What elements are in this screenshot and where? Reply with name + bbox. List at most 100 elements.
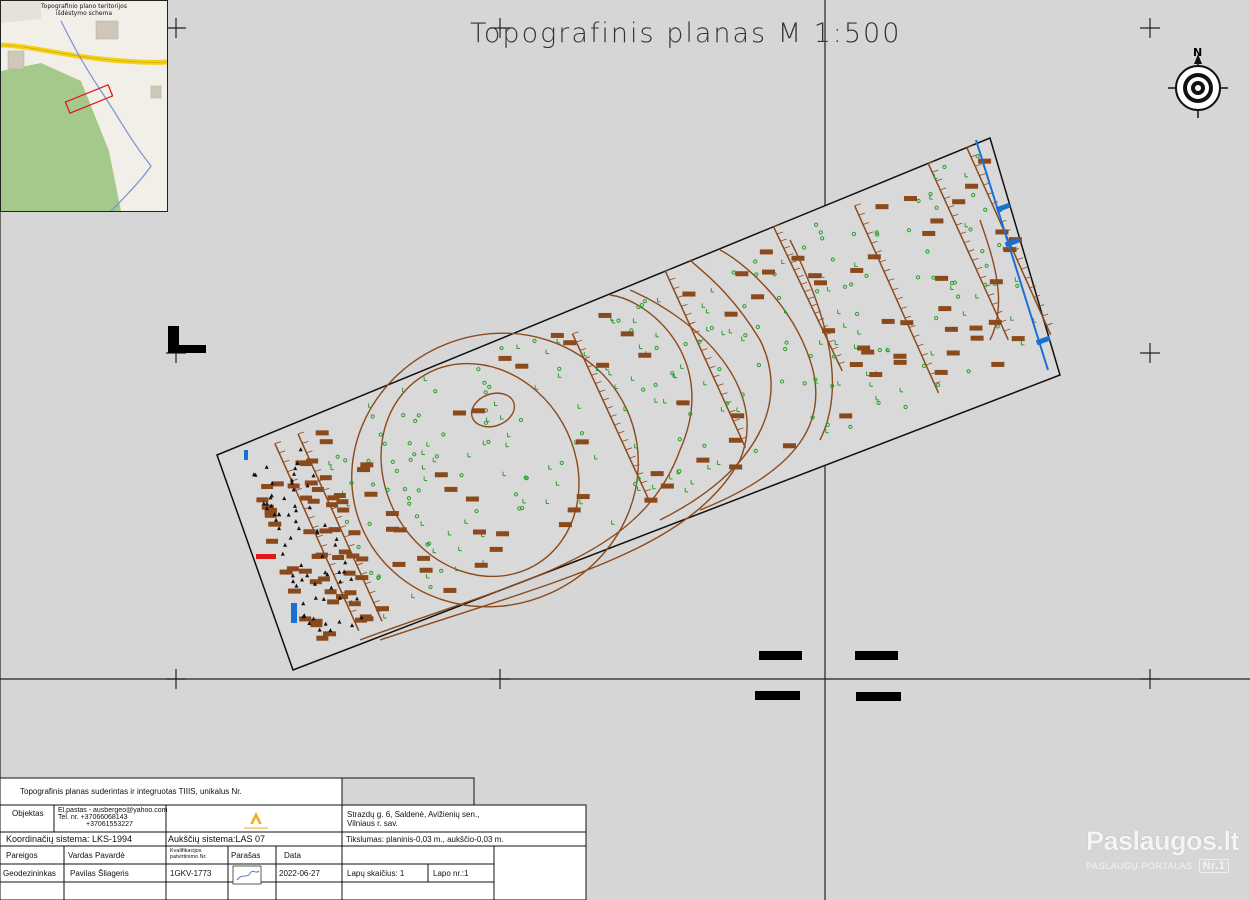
watermark-sub: PASLAUGŲ PORTALAS Nr.1: [1086, 859, 1239, 873]
tree-marker: [266, 538, 279, 544]
tree-marker: [731, 413, 745, 419]
tree-marker: [316, 635, 329, 641]
mark-bar-4: [856, 692, 901, 701]
mark-bar-3: [755, 691, 800, 700]
tree-marker: [298, 568, 312, 574]
tree-marker: [332, 555, 345, 561]
tree-marker: [417, 555, 431, 561]
tree-marker: [310, 622, 323, 628]
tree-marker: [576, 494, 590, 500]
tree-marker: [650, 471, 664, 477]
tree-marker: [393, 527, 407, 533]
tree-marker: [952, 199, 966, 205]
tree-marker: [324, 589, 337, 595]
tree-marker: [849, 362, 863, 368]
slope-tick: [1046, 322, 1053, 326]
tb-address: Strazdų g. 6, Saldenė, Avižienių sen., V…: [347, 810, 479, 828]
tree-marker: [434, 472, 448, 478]
tree-marker: [900, 320, 914, 326]
tree-marker: [309, 579, 322, 585]
tree-marker: [682, 291, 696, 297]
tb-col-kvalifikacija: Kvalifikacijos patvirtinimo Nr.: [170, 848, 207, 860]
tree-marker: [1011, 336, 1025, 342]
tree-marker: [728, 437, 742, 443]
tree-marker: [934, 369, 948, 375]
tree-marker: [575, 439, 589, 445]
tree-marker: [881, 318, 895, 324]
tree-marker: [558, 522, 572, 528]
plan-drawing: N: [0, 0, 1250, 900]
tree-marker: [930, 218, 944, 224]
tree-marker: [328, 527, 341, 533]
tree-marker: [991, 361, 1005, 367]
tree-marker: [869, 372, 883, 378]
tree-marker: [638, 352, 652, 358]
tree-marker: [791, 255, 805, 261]
tree-marker: [348, 601, 361, 607]
tb-address-line-2: Vilniaus r. sav.: [347, 819, 398, 828]
red-marker: [256, 554, 276, 559]
tree-marker: [489, 546, 503, 552]
tree-marker: [327, 599, 340, 605]
mark-bar-2: [855, 651, 898, 660]
tree-marker: [813, 280, 827, 286]
tree-marker: [567, 507, 581, 513]
tb-name: Pavilas Šliageris: [70, 869, 129, 878]
tree-marker: [850, 267, 864, 273]
inset-map-drawing: [1, 1, 167, 211]
tb-phone-2: +37061553227: [86, 821, 133, 828]
tree-marker: [319, 439, 333, 445]
tree-marker: [344, 590, 357, 596]
tree-marker: [762, 269, 776, 275]
tb-coord-system: Koordinačių sistema: LKS-1994: [6, 835, 133, 844]
tree-marker: [839, 413, 853, 419]
tree-marker: [287, 588, 301, 594]
tree-marker: [443, 587, 457, 593]
tree-marker: [311, 487, 324, 493]
tree-marker: [286, 566, 299, 572]
tree-marker: [444, 486, 458, 492]
inset-title-line-2: išdėstymo schema: [55, 10, 113, 17]
tree-marker: [392, 561, 406, 567]
tb-phone-1: Tel. nr. +37066068143: [58, 814, 128, 821]
tree-marker: [893, 359, 907, 365]
tree-marker: [256, 497, 269, 503]
tree-marker: [596, 362, 610, 368]
tb-col-parasas: Parašas: [231, 851, 261, 860]
mark-bar-1: [759, 651, 802, 660]
location-inset-map: Topografinio plano teritorijos išdėstymo…: [0, 0, 168, 212]
tree-marker: [356, 556, 369, 562]
tree-marker: [300, 461, 313, 467]
tree-marker: [989, 279, 1003, 285]
tree-marker: [355, 575, 369, 581]
tree-marker: [867, 254, 881, 260]
watermark-sub-text: PASLAUGŲ PORTALAS: [1086, 861, 1193, 871]
tree-marker: [515, 363, 529, 369]
tree-marker: [496, 531, 510, 537]
tb-contact: El.pastas - ausbergeo@yahoo.com Tel. nr.…: [58, 807, 167, 828]
tree-marker: [452, 410, 466, 416]
tree-marker: [988, 319, 1002, 325]
tree-marker: [550, 332, 564, 338]
signature-image: [232, 865, 262, 885]
tree-marker: [893, 353, 907, 359]
tree-marker: [751, 294, 765, 300]
tb-email: El.pastas - ausbergeo@yahoo.com: [58, 807, 168, 814]
tree-marker: [759, 249, 773, 255]
tree-marker: [357, 467, 371, 473]
survey-site: [216, 136, 1061, 671]
tree-marker: [978, 158, 992, 164]
tb-sheet-no: Lapo nr.:1: [433, 869, 469, 878]
tree-marker: [337, 507, 350, 513]
inset-title-line-1: Topografinio plano teritorijos: [41, 3, 127, 10]
tb-role: Geodezininkas: [3, 869, 56, 878]
tree-marker: [338, 549, 351, 555]
tb-col-vardas: Vardas Pavardė: [68, 851, 125, 860]
tree-marker: [644, 497, 658, 503]
slope-tick: [1042, 313, 1049, 317]
tree-marker: [944, 326, 958, 332]
tb-height-system: Aukščių sistema:LAS 07: [168, 835, 266, 844]
tree-marker: [822, 328, 836, 334]
tree-marker: [660, 483, 674, 489]
tree-marker: [935, 275, 949, 281]
